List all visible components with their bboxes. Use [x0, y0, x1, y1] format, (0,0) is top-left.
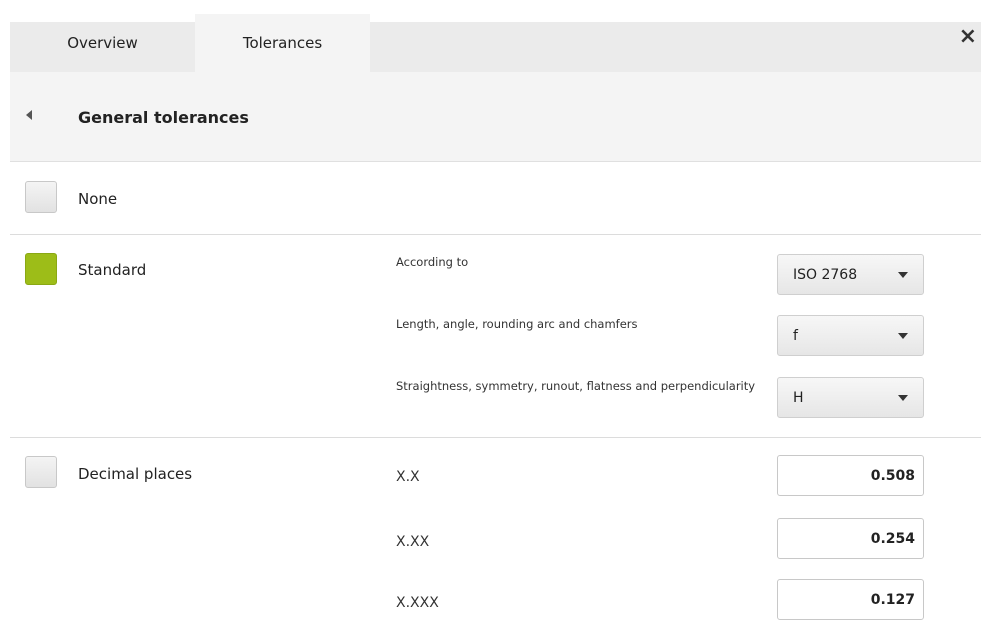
according-to-select[interactable]: ISO 2768 — [777, 254, 924, 295]
straightness-value: H — [793, 390, 804, 406]
tab-overview[interactable]: Overview — [10, 22, 195, 72]
standard-label: Standard — [78, 261, 147, 279]
chevron-down-icon — [898, 395, 908, 401]
option-row-none: None — [10, 163, 981, 235]
x-x-input[interactable] — [777, 455, 924, 496]
tab-bar: Overview Tolerances × — [0, 0, 981, 72]
tab-overview-label: Overview — [67, 34, 138, 52]
chevron-down-icon — [898, 333, 908, 339]
tab-tolerances-label: Tolerances — [242, 34, 323, 52]
none-checkbox[interactable] — [25, 181, 57, 213]
chevron-down-icon — [898, 272, 908, 278]
according-to-label: According to — [396, 255, 469, 269]
close-icon[interactable]: × — [959, 26, 977, 48]
option-row-decimal: Decimal places X.X X.XX X.XXX — [10, 438, 981, 623]
section-header: General tolerances — [10, 72, 981, 162]
decimal-checkbox[interactable] — [25, 456, 57, 488]
x-xx-label: X.XX — [396, 534, 430, 550]
straightness-select[interactable]: H — [777, 377, 924, 418]
standard-checkbox[interactable] — [25, 253, 57, 285]
x-xxx-label: X.XXX — [396, 595, 439, 611]
x-xxx-input[interactable] — [777, 579, 924, 620]
none-label: None — [78, 190, 118, 208]
straightness-label: Straightness, symmetry, runout, flatness… — [396, 379, 756, 393]
length-angle-value: f — [793, 328, 798, 344]
x-x-label: X.X — [396, 469, 420, 485]
section-title: General tolerances — [78, 108, 249, 127]
length-angle-select[interactable]: f — [777, 315, 924, 356]
tab-tolerances[interactable]: Tolerances — [195, 14, 370, 72]
length-angle-label: Length, angle, rounding arc and chamfers — [396, 317, 638, 331]
decimal-label: Decimal places — [78, 465, 193, 483]
x-xx-input[interactable] — [777, 518, 924, 559]
option-row-standard: Standard According to ISO 2768 Length, a… — [10, 235, 981, 438]
according-to-value: ISO 2768 — [793, 267, 858, 283]
back-arrow-icon[interactable] — [26, 110, 32, 120]
